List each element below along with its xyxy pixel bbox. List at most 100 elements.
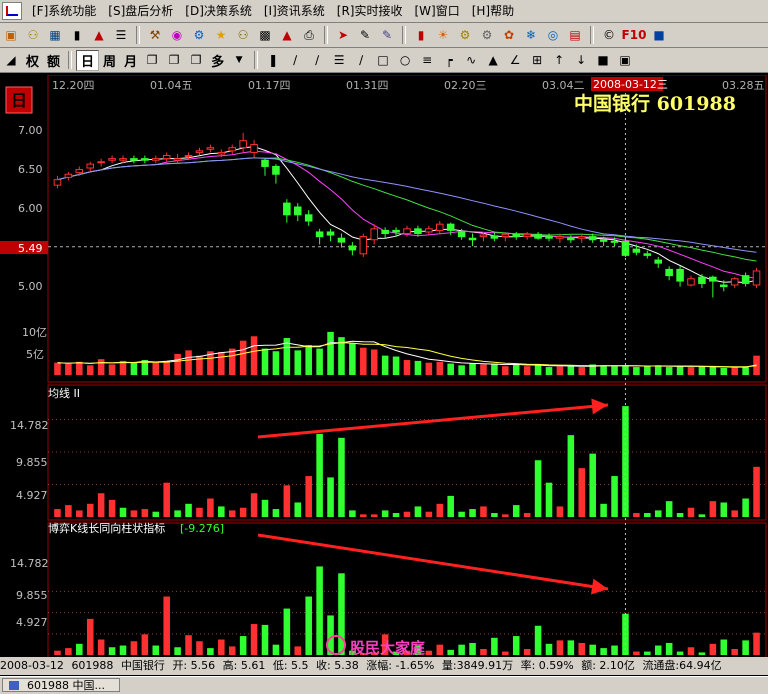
parallel-line-icon[interactable]: ∕ [308, 51, 326, 69]
ruler-icon[interactable]: ✎ [356, 26, 374, 44]
amount-toggle[interactable]: 额 [43, 51, 64, 70]
status-high: 高: 5.61 [222, 659, 266, 672]
window2-icon[interactable]: ❐ [165, 51, 183, 69]
fan-icon[interactable]: ∕ [352, 51, 370, 69]
book-icon[interactable]: ■ [650, 26, 668, 44]
arrow-icon[interactable]: ➤ [334, 26, 352, 44]
status-low: 低: 5.5 [272, 659, 309, 672]
circle-icon[interactable]: ○ [396, 51, 414, 69]
period-month-button[interactable]: 月 [120, 51, 141, 70]
candle-body [173, 158, 182, 161]
menu-item-info[interactable]: [I]资讯系统 [258, 0, 331, 22]
indicator2-bar [698, 652, 706, 655]
star-icon[interactable]: ★ [212, 26, 230, 44]
flower-icon[interactable]: ✿ [500, 26, 518, 44]
indicator2-bar [633, 651, 640, 655]
rights-toggle[interactable]: 权 [22, 51, 43, 70]
candle-body [250, 144, 258, 153]
gear-icon[interactable]: ⚙ [456, 26, 474, 44]
indicator1-bar [97, 493, 105, 517]
menu-item-help[interactable]: [H]帮助 [466, 0, 520, 22]
table-icon[interactable]: ▩ [256, 26, 274, 44]
angle-icon[interactable]: ∠ [506, 51, 524, 69]
indicator2-bar [305, 596, 312, 655]
menu-item-analysis[interactable]: [S]盘后分析 [102, 0, 179, 22]
text-icon[interactable]: ■ [594, 51, 612, 69]
candle-body [599, 239, 608, 242]
diagonal-line-icon[interactable]: ∕ [286, 51, 304, 69]
chart-icon[interactable]: ▲ [90, 26, 108, 44]
window3-icon[interactable]: ❐ [187, 51, 205, 69]
indicator1-bar [491, 513, 498, 517]
menu-item-system[interactable]: [F]系统功能 [26, 0, 102, 22]
indicator2-bar [196, 641, 203, 655]
indicator1-bar [600, 503, 607, 517]
arrow-up-icon[interactable]: ↑ [550, 51, 568, 69]
gann-icon[interactable]: ┍ [440, 51, 458, 69]
volume-bar [578, 367, 586, 375]
candle-body [709, 276, 717, 282]
menu-item-window[interactable]: [W]窗口 [408, 0, 465, 22]
indicator1-bar [54, 509, 61, 517]
date-label: 01.17四 [248, 79, 291, 92]
candle-body [304, 214, 313, 222]
volume-bar [65, 364, 72, 375]
open-icon[interactable]: ▣ [2, 26, 20, 44]
indicator1-tick: 9.855 [16, 456, 48, 469]
volume-bar [218, 352, 225, 375]
rect-icon[interactable]: □ [374, 51, 392, 69]
chart-area[interactable]: 12.20四 01.04五 01.17四 01.31四 02.20三 03.04… [0, 74, 768, 659]
eraser-icon[interactable]: ▣ [616, 51, 634, 69]
grid-icon[interactable]: ▦ [46, 26, 64, 44]
chart2-icon[interactable]: ▲ [278, 26, 296, 44]
indicator2-bar [709, 643, 717, 655]
page-icon[interactable]: ▤ [566, 26, 584, 44]
cog-icon[interactable]: ⚙ [478, 26, 496, 44]
app-icon[interactable] [2, 2, 22, 20]
paint-icon[interactable]: ✎ [378, 26, 396, 44]
list-icon[interactable]: ☰ [112, 26, 130, 44]
cycle-icon[interactable]: ▲ [484, 51, 502, 69]
f10-icon[interactable]: F10 [622, 26, 647, 44]
copyright-icon[interactable]: © [600, 26, 618, 44]
pitch-icon[interactable]: ≡ [418, 51, 436, 69]
arrow-down-icon[interactable]: ↓ [572, 51, 590, 69]
printer-icon[interactable]: ⎙ [300, 26, 318, 44]
tool-icon[interactable]: ⚒ [146, 26, 164, 44]
palette-icon[interactable]: ◉ [168, 26, 186, 44]
channel-icon[interactable]: ☰ [330, 51, 348, 69]
indicator2-bar [86, 618, 94, 655]
indicator2-bar [676, 651, 684, 655]
indicator1-bar [108, 499, 116, 517]
indicator1-bar [523, 513, 531, 517]
taskbar-item[interactable]: 601988 中国... [2, 678, 120, 692]
menu-item-realtime[interactable]: [R]实时接收 [331, 0, 409, 22]
period-week-button[interactable]: 周 [99, 51, 120, 70]
menu-item-decision[interactable]: [D]决策系统 [179, 0, 258, 22]
network-icon[interactable]: ⚙ [190, 26, 208, 44]
bar-icon[interactable]: ▮ [68, 26, 86, 44]
calc-icon[interactable]: ⚇ [24, 26, 42, 44]
sun-icon[interactable]: ☀ [434, 26, 452, 44]
volume-bar [360, 347, 367, 375]
stock-chart[interactable]: 12.20四 01.04五 01.17四 01.31四 02.20三 03.04… [0, 74, 768, 659]
chevron-down-icon[interactable]: ▼ [230, 51, 248, 69]
volume-bar [633, 367, 640, 375]
period-day-button[interactable]: 日 [76, 49, 100, 71]
retrace-icon[interactable]: ⊞ [528, 51, 546, 69]
settings-icon[interactable]: ❄ [522, 26, 540, 44]
indicator1-bar [644, 513, 651, 517]
more-periods-dropdown[interactable]: 多 [207, 51, 228, 70]
chart-mode-icon[interactable]: ◢ [2, 51, 20, 69]
globe-icon[interactable]: ◎ [544, 26, 562, 44]
wave-icon[interactable]: ∿ [462, 51, 480, 69]
indicator2-bar [218, 639, 225, 655]
stats-icon[interactable]: ▮ [412, 26, 430, 44]
wallet-icon[interactable]: ⚇ [234, 26, 252, 44]
indicator2-bar [97, 639, 105, 655]
vertical-line-icon[interactable]: ❚ [264, 51, 282, 69]
window-icon[interactable]: ❐ [143, 51, 161, 69]
indicator2-bar [141, 634, 149, 655]
toolbar-separator [324, 26, 328, 44]
indicator1-bar [163, 482, 170, 517]
